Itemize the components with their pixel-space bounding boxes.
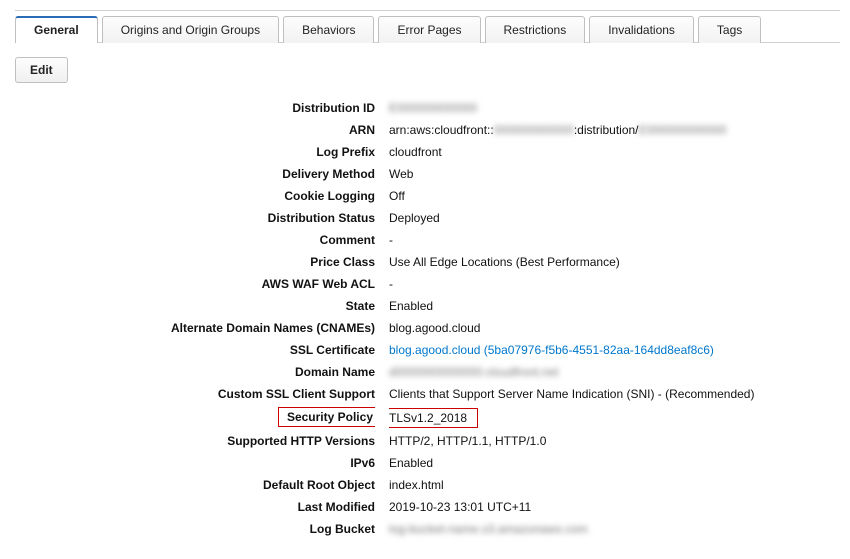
value-state: Enabled <box>389 297 840 316</box>
value-ipv6: Enabled <box>389 454 840 473</box>
value-log-prefix: cloudfront <box>389 143 840 162</box>
label-security-policy: Security Policy <box>278 407 375 427</box>
label-ipv6: IPv6 <box>15 454 375 473</box>
tab-error-pages[interactable]: Error Pages <box>378 16 480 43</box>
label-distribution-status: Distribution Status <box>15 209 375 228</box>
label-custom-ssl-client: Custom SSL Client Support <box>15 385 375 404</box>
value-domain-name: d0000000000000.cloudfront.net <box>389 363 840 382</box>
label-state: State <box>15 297 375 316</box>
ssl-certificate-link[interactable]: blog.agood.cloud (5ba07976-f5b6-4551-82a… <box>389 343 714 357</box>
value-distribution-id: E000000000000 <box>389 99 840 118</box>
value-supported-http: HTTP/2, HTTP/1.1, HTTP/1.0 <box>389 432 840 451</box>
label-alt-domain-names: Alternate Domain Names (CNAMEs) <box>15 319 375 338</box>
tab-invalidations[interactable]: Invalidations <box>589 16 694 43</box>
value-arn: arn:aws:cloudfront::000000000000:distrib… <box>389 121 840 140</box>
label-aws-waf-web-acl: AWS WAF Web ACL <box>15 275 375 294</box>
label-ssl-certificate: SSL Certificate <box>15 341 375 360</box>
label-supported-http: Supported HTTP Versions <box>15 432 375 451</box>
value-default-root-object: index.html <box>389 476 840 495</box>
distribution-details: Distribution ID E000000000000 ARN arn:aw… <box>15 99 840 539</box>
tab-origins[interactable]: Origins and Origin Groups <box>102 16 279 43</box>
value-distribution-status: Deployed <box>389 209 840 228</box>
value-alt-domain-names: blog.agood.cloud <box>389 319 840 338</box>
label-cookie-logging: Cookie Logging <box>15 187 375 206</box>
tab-behaviors[interactable]: Behaviors <box>283 16 374 43</box>
value-cookie-logging: Off <box>389 187 840 206</box>
value-aws-waf-web-acl: - <box>389 275 840 294</box>
value-ssl-certificate: blog.agood.cloud (5ba07976-f5b6-4551-82a… <box>389 341 840 360</box>
label-domain-name: Domain Name <box>15 363 375 382</box>
value-last-modified: 2019-10-23 13:01 UTC+11 <box>389 498 840 517</box>
tab-general[interactable]: General <box>15 16 98 43</box>
label-price-class: Price Class <box>15 253 375 272</box>
label-comment: Comment <box>15 231 375 250</box>
edit-button[interactable]: Edit <box>15 57 68 83</box>
label-last-modified: Last Modified <box>15 498 375 517</box>
tab-tags[interactable]: Tags <box>698 16 761 43</box>
tab-bar: General Origins and Origin Groups Behavi… <box>15 15 840 43</box>
panel-top-border <box>15 10 840 11</box>
label-distribution-id: Distribution ID <box>15 99 375 118</box>
label-log-prefix: Log Prefix <box>15 143 375 162</box>
tab-restrictions[interactable]: Restrictions <box>485 16 586 43</box>
value-price-class: Use All Edge Locations (Best Performance… <box>389 253 840 272</box>
label-default-root-object: Default Root Object <box>15 476 375 495</box>
value-security-policy: TLSv1.2_2018 <box>389 407 840 429</box>
value-log-bucket: log-bucket-name.s3.amazonaws.com <box>389 520 840 539</box>
label-delivery-method: Delivery Method <box>15 165 375 184</box>
label-arn: ARN <box>15 121 375 140</box>
value-delivery-method: Web <box>389 165 840 184</box>
label-log-bucket: Log Bucket <box>15 520 375 539</box>
value-custom-ssl-client: Clients that Support Server Name Indicat… <box>389 385 840 404</box>
value-comment: - <box>389 231 840 250</box>
